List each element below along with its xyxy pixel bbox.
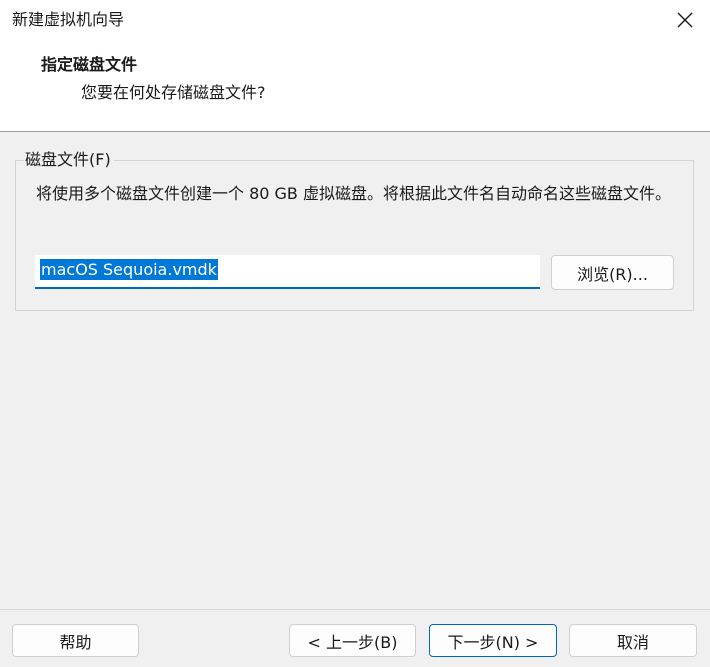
next-button[interactable]: 下一步(N) > bbox=[429, 624, 557, 657]
browse-button[interactable]: 浏览(R)... bbox=[551, 255, 674, 290]
title-bar: 新建虚拟机向导 bbox=[0, 0, 710, 40]
disk-filename-input[interactable]: macOS Sequoia.vmdk bbox=[35, 255, 540, 289]
disk-filename-value: macOS Sequoia.vmdk bbox=[40, 259, 218, 280]
page-title: 指定磁盘文件 bbox=[41, 55, 138, 74]
back-button[interactable]: < 上一步(B) bbox=[289, 624, 416, 657]
page-subtitle: 您要在何处存储磁盘文件? bbox=[81, 83, 266, 102]
close-button[interactable] bbox=[660, 0, 710, 40]
new-vm-wizard-window: 新建虚拟机向导 指定磁盘文件 您要在何处存储磁盘文件? 磁盘文件(F) 将使用多… bbox=[0, 0, 710, 667]
close-icon bbox=[677, 12, 693, 28]
wizard-header: 指定磁盘文件 您要在何处存储磁盘文件? bbox=[0, 40, 710, 132]
disk-file-group-label: 磁盘文件(F) bbox=[24, 150, 114, 170]
help-button[interactable]: 帮助 bbox=[12, 624, 139, 657]
cancel-button[interactable]: 取消 bbox=[569, 624, 697, 657]
footer-divider bbox=[0, 609, 710, 610]
window-title: 新建虚拟机向导 bbox=[12, 10, 125, 29]
disk-file-description: 将使用多个磁盘文件创建一个 80 GB 虚拟磁盘。将根据此文件名自动命名这些磁盘… bbox=[36, 184, 671, 203]
